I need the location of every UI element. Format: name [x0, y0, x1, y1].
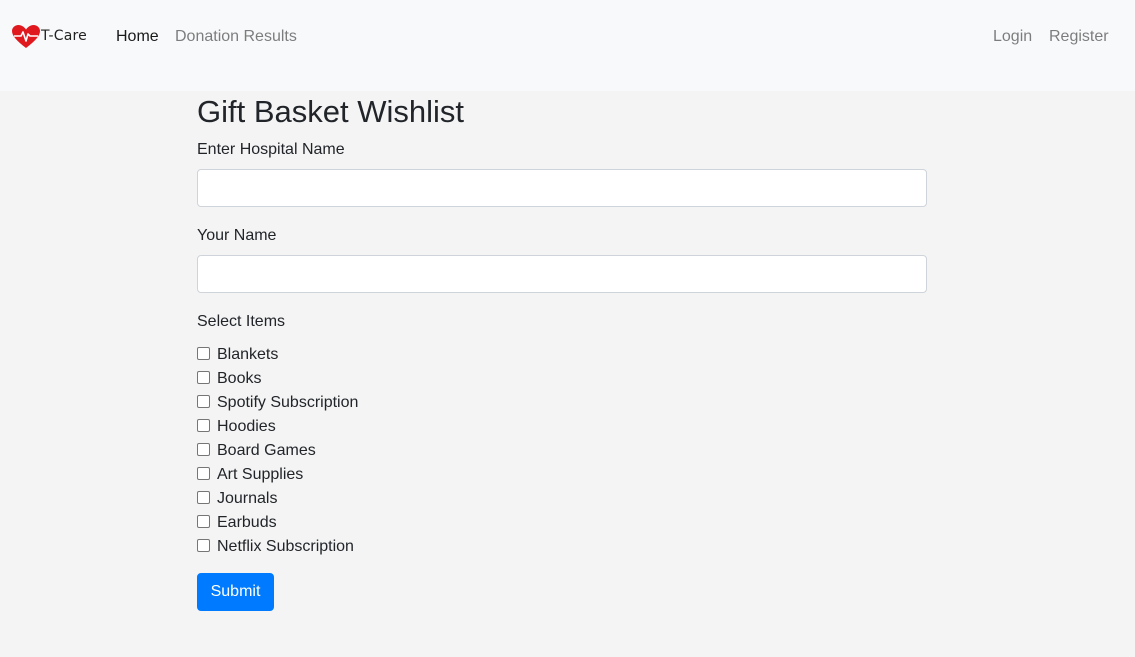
item-board-games[interactable]: Board Games [197, 439, 358, 463]
brand-name: T-Care [41, 28, 87, 44]
checkbox-earbuds[interactable] [197, 515, 210, 528]
hospital-name-label: Enter Hospital Name [197, 141, 345, 158]
checkbox-netflix-subscription[interactable] [197, 539, 210, 552]
checkbox-spotify-subscription[interactable] [197, 395, 210, 408]
item-art-supplies[interactable]: Art Supplies [197, 463, 358, 487]
checkbox-label: Board Games [217, 442, 316, 459]
items-checklist: Blankets Books Spotify Subscription Hood… [197, 343, 358, 559]
brand-logo[interactable]: T-Care [11, 24, 87, 50]
item-journals[interactable]: Journals [197, 487, 358, 511]
your-name-input[interactable] [197, 255, 927, 293]
checkbox-books[interactable] [197, 371, 210, 384]
item-spotify-subscription[interactable]: Spotify Subscription [197, 391, 358, 415]
checkbox-board-games[interactable] [197, 443, 210, 456]
checkbox-label: Art Supplies [217, 466, 304, 483]
checkbox-label: Blankets [217, 346, 279, 363]
select-items-label: Select Items [197, 313, 286, 330]
checkbox-label: Hoodies [217, 418, 276, 435]
checkbox-label: Spotify Subscription [217, 394, 359, 411]
item-netflix-subscription[interactable]: Netflix Subscription [197, 535, 358, 559]
checkbox-art-supplies[interactable] [197, 467, 210, 480]
hospital-name-input[interactable] [197, 169, 927, 207]
checkbox-label: Journals [217, 490, 278, 507]
heart-pulse-icon [11, 24, 41, 50]
item-earbuds[interactable]: Earbuds [197, 511, 358, 535]
nav-register-link[interactable]: Register [1049, 27, 1109, 47]
your-name-label: Your Name [197, 227, 277, 244]
checkbox-label: Netflix Subscription [217, 538, 354, 555]
item-books[interactable]: Books [197, 367, 358, 391]
checkbox-hoodies[interactable] [197, 419, 210, 432]
item-hoodies[interactable]: Hoodies [197, 415, 358, 439]
checkbox-journals[interactable] [197, 491, 210, 504]
nav-login-link[interactable]: Login [993, 27, 1032, 47]
checkbox-label: Books [217, 370, 262, 387]
nav-home-link[interactable]: Home [116, 27, 159, 47]
navbar: T-Care Home Donation Results Login Regis… [0, 0, 1135, 91]
checkbox-blankets[interactable] [197, 347, 210, 360]
item-blankets[interactable]: Blankets [197, 343, 358, 367]
nav-donation-results-link[interactable]: Donation Results [175, 27, 297, 47]
checkbox-label: Earbuds [217, 514, 277, 531]
submit-button[interactable]: Submit [197, 573, 274, 611]
page-title: Gift Basket Wishlist [197, 94, 464, 129]
